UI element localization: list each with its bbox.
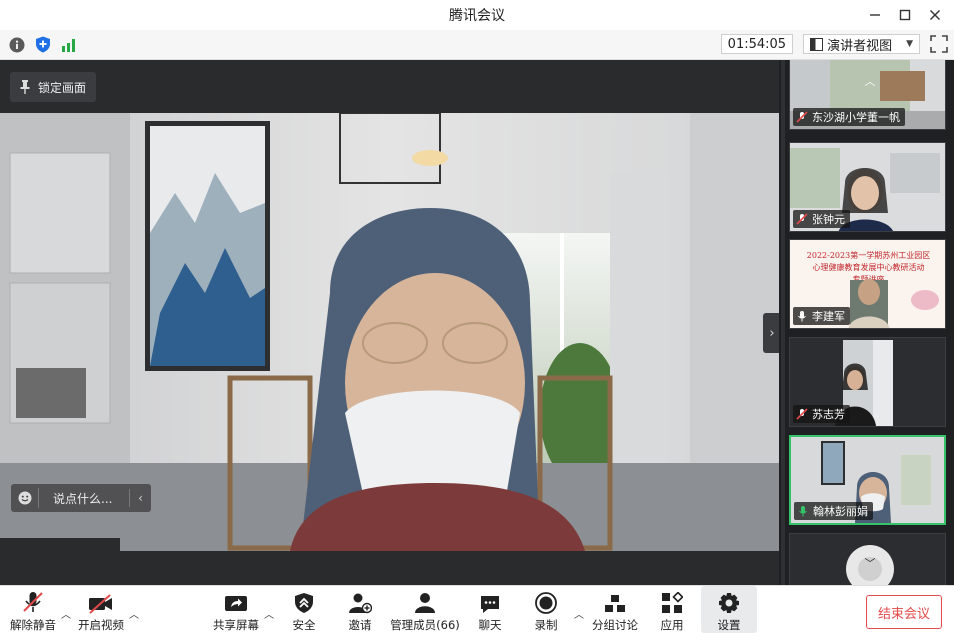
mic-muted-icon [796,213,808,225]
participant-name-tag: 翰林彭丽娟 [794,502,873,520]
info-icon [9,37,25,52]
maximize-icon [899,9,911,21]
add-user-icon [349,593,372,614]
end-meeting-button[interactable]: 结束会议 [866,595,942,629]
invite-label: 邀请 [348,618,372,632]
audio-options-caret-icon[interactable]: ︿ [61,606,71,621]
record-button[interactable]: 录制 [526,586,566,633]
view-mode-label: 演讲者视图 [827,38,893,54]
breakout-icon [605,595,625,612]
participant-name: 翰林彭丽娟 [813,505,868,518]
chevron-down-icon: ﹀ [864,557,876,570]
fullscreen-icon[interactable] [930,35,948,53]
mic-muted-icon [796,111,808,123]
caret-down-icon: ▼ [906,39,913,49]
infobar-right: 01:54:05 演讲者视图 ▼ [720,34,948,54]
participant-tile[interactable]: 东沙湖小学董一帆 [789,60,946,130]
record-options-caret-icon[interactable]: ︿ [574,606,584,621]
meeting-security-status[interactable] [34,36,52,54]
scroll-down-button[interactable]: ﹀ [855,554,885,572]
lock-view-button[interactable]: 锁定画面 [10,72,97,102]
breakout-rooms-button[interactable]: 分组讨论 [590,586,640,633]
mic-muted-icon [796,408,808,420]
chat-placeholder[interactable]: 说点什么... [39,490,129,507]
smile-icon [18,491,31,505]
manage-members-button[interactable]: 管理成员(66) [390,586,460,633]
manage-members-label: 管理成员(66) [390,618,460,632]
chevron-right-icon: › [769,325,775,341]
video-options-caret-icon[interactable]: ︿ [129,606,139,621]
quick-chat-box[interactable]: 说点什么... ‹ [11,484,151,512]
close-icon [930,10,940,20]
window-controls [862,4,948,26]
participant-tile[interactable]: 2022-2023第一学期苏州工业园区 心理健康教育发展中心教研活动 专题讲座 … [789,239,946,329]
participant-name-tag: 李建军 [793,307,850,325]
participant-name-tag: 东沙湖小学董一帆 [793,108,905,126]
minimize-button[interactable] [862,4,888,26]
mic-muted-icon [23,592,43,612]
lock-view-label: 锁定画面 [38,80,87,95]
shield-icon [36,36,50,53]
chat-button[interactable]: 聊天 [470,586,510,633]
participant-name: 李建军 [812,310,845,323]
meeting-toolbar: 解除静音 ︿ 开启视频 ︿ 共享屏幕 ︿ 安全 邀请 管理成员(66) 聊天 录… [0,585,954,633]
collapse-chat-icon[interactable]: ‹ [129,489,151,507]
shield-icon [295,593,313,613]
record-icon [535,592,557,614]
share-screen-icon [225,596,247,611]
start-video-label: 开启视频 [78,618,124,632]
emoji-button[interactable] [11,488,39,508]
start-video-button[interactable]: 开启视频 [74,586,128,633]
participant-tile[interactable]: 张钟元 [789,142,946,232]
participant-video-panel[interactable]: 东沙湖小学董一帆 ︿ 张钟元 2022-2023第一学期苏州工业园区 心理健康教… [779,60,954,585]
apps-grid-icon [662,592,683,613]
unmute-button[interactable]: 解除静音 [6,586,60,633]
gear-icon [719,593,739,613]
security-label: 安全 [292,618,316,632]
participant-name-tag: 张钟元 [793,210,850,228]
unmute-label: 解除静音 [10,618,56,632]
title-bar: 腾讯会议 [0,0,954,30]
participant-tile-active-speaker[interactable]: 翰林彭丽娟 [789,435,946,525]
mic-speaking-icon [799,506,807,517]
settings-button[interactable]: 设置 [701,586,757,633]
participant-name: 苏志芳 [812,408,845,421]
invite-button[interactable]: 邀请 [340,586,380,633]
panel-scrollbar[interactable] [781,60,785,585]
share-screen-label: 共享屏幕 [213,618,259,632]
close-button[interactable] [922,4,948,26]
participant-name-tag: 苏志芳 [793,405,850,423]
share-screen-button[interactable]: 共享屏幕 [210,586,262,633]
members-icon [415,593,435,613]
meeting-timer: 01:54:05 [720,34,794,54]
toggle-sidebar-button[interactable]: › [763,313,779,353]
maximize-button[interactable] [892,4,918,26]
network-status[interactable] [60,36,78,54]
apps-button[interactable]: 应用 [652,586,692,633]
minimize-icon [870,14,880,16]
main-video-stage: 锁定画面 说点什么... ‹ › [0,60,779,585]
participant-tile[interactable]: 苏志芳 [789,337,946,427]
participant-name: 张钟元 [812,213,845,226]
settings-label: 设置 [717,618,741,632]
meeting-info-bar: 01:54:05 演讲者视图 ▼ [0,30,954,60]
share-options-caret-icon[interactable]: ︿ [264,606,274,621]
participant-name: 东沙湖小学董一帆 [812,111,900,124]
pin-icon [20,80,30,94]
view-mode-dropdown[interactable]: 演讲者视图 ▼ [803,34,920,54]
scroll-up-button[interactable]: ︿ [855,72,885,90]
signal-bars-icon [62,38,75,52]
apps-label: 应用 [660,618,684,632]
window-title: 腾讯会议 [449,8,505,24]
meeting-info-button[interactable] [8,36,26,54]
chevron-up-icon: ︿ [864,75,876,88]
layout-icon [810,37,824,51]
breakout-rooms-label: 分组讨论 [592,618,638,632]
security-button[interactable]: 安全 [284,586,324,633]
video-off-icon [89,594,112,614]
record-label: 录制 [534,618,558,632]
chat-label: 聊天 [478,618,502,632]
chat-icon [481,596,499,613]
mic-icon [798,311,806,322]
